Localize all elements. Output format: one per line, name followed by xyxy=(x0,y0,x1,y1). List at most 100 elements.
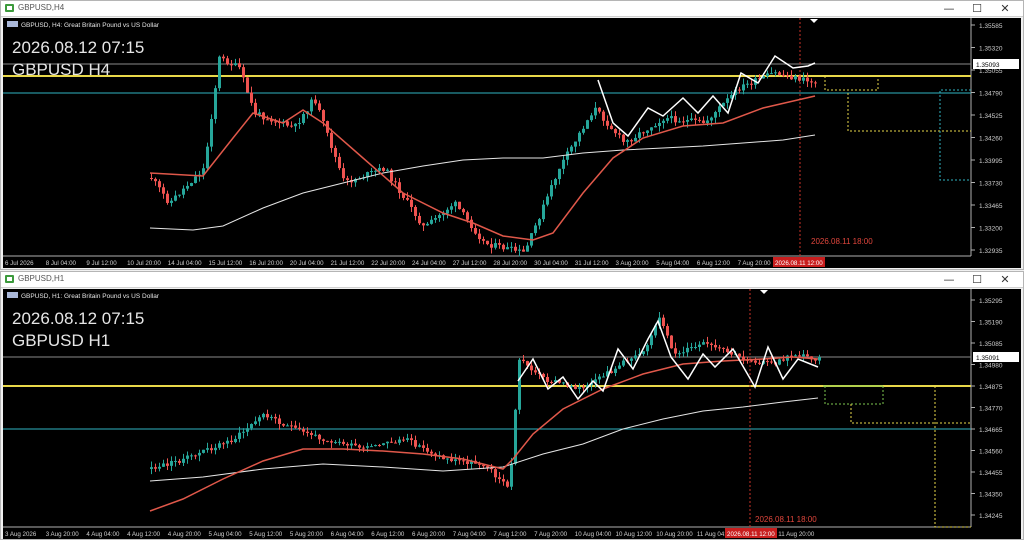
price-axis-label: 1.34875 xyxy=(979,384,1003,391)
candle xyxy=(330,132,333,148)
candle xyxy=(534,370,537,373)
bid-price-label: 1.35093 xyxy=(976,62,1000,69)
candle xyxy=(674,348,677,354)
candle xyxy=(710,117,713,121)
candle xyxy=(550,381,553,383)
candle xyxy=(698,344,701,347)
candle xyxy=(726,348,729,352)
time-axis-label: 21 Jul 12:00 xyxy=(331,260,365,267)
candle xyxy=(178,460,181,463)
candle xyxy=(518,249,521,251)
candle xyxy=(706,342,709,344)
candle xyxy=(614,129,617,134)
candle xyxy=(166,193,169,203)
candle xyxy=(598,376,601,380)
candle xyxy=(766,73,769,77)
price-axis-label: 1.35585 xyxy=(979,23,1003,30)
time-axis-label: 27 Jul 12:00 xyxy=(453,260,487,267)
maximize-button[interactable]: ☐ xyxy=(963,272,991,287)
candle xyxy=(738,353,741,357)
candle xyxy=(398,439,401,443)
candle xyxy=(582,387,585,389)
candle xyxy=(346,178,349,180)
maximize-button[interactable]: ☐ xyxy=(963,1,991,16)
candle xyxy=(702,342,705,345)
close-button[interactable]: ✕ xyxy=(991,1,1019,16)
candle xyxy=(714,112,717,118)
time-axis-label: 11 Aug 20:00 xyxy=(778,531,815,538)
candle xyxy=(818,357,821,361)
candle xyxy=(170,460,173,466)
candle xyxy=(238,63,241,68)
candle xyxy=(814,82,817,84)
target-box-lower xyxy=(847,93,971,132)
candle xyxy=(386,441,389,444)
candle xyxy=(770,361,773,363)
overlay-symbol: GBPUSD H1 xyxy=(12,331,110,350)
candle xyxy=(766,361,769,363)
chart-window-h4[interactable]: GBPUSD,H4 — ☐ ✕ 1.35585 1.35320 1.35055 1.3… xyxy=(0,0,1024,270)
candle xyxy=(162,463,165,467)
candle xyxy=(662,120,665,123)
candle xyxy=(366,446,369,448)
candle xyxy=(450,206,453,210)
candle xyxy=(154,178,157,182)
candle xyxy=(178,194,181,196)
pivot-box xyxy=(824,76,879,91)
candle xyxy=(274,416,277,419)
chart-window-h1[interactable]: GBPUSD,H1 — ☐ ✕ 1.35295 1.35190 1.35085 1.3… xyxy=(0,271,1024,540)
price-axis-label: 1.34770 xyxy=(979,406,1003,413)
candle xyxy=(706,120,709,124)
window-title: GBPUSD,H1 xyxy=(18,274,65,283)
candle xyxy=(182,458,185,463)
candle xyxy=(474,228,477,234)
candle xyxy=(622,360,625,366)
candle xyxy=(578,387,581,389)
candle xyxy=(754,360,757,363)
candle xyxy=(726,98,729,103)
candle xyxy=(602,376,605,378)
candle xyxy=(286,121,289,126)
close-button[interactable]: ✕ xyxy=(991,272,1019,287)
time-axis-label: 31 Jul 12:00 xyxy=(575,260,609,267)
candle xyxy=(602,111,605,121)
price-chart-h4[interactable]: 1.35585 1.35320 1.35055 1.34790 1.34525 1.342… xyxy=(3,18,1021,268)
candle xyxy=(218,443,221,448)
candle xyxy=(650,335,653,346)
chart-info-line: GBPUSD, H4: Great Britain Pound vs US Do… xyxy=(21,22,160,29)
candle xyxy=(482,239,485,241)
chart-canvas[interactable]: 1.35585 1.35320 1.35055 1.34790 1.34525 1.342… xyxy=(3,18,1021,268)
price-chart-h1[interactable]: 1.35295 1.35190 1.35085 1.34980 1.34875 1.347… xyxy=(3,289,1021,539)
candle xyxy=(490,244,493,248)
candle xyxy=(662,317,665,327)
window-titlebar[interactable]: GBPUSD,H1 — ☐ ✕ xyxy=(1,272,1023,288)
candle xyxy=(258,417,261,422)
candle xyxy=(746,83,749,85)
minimize-button[interactable]: — xyxy=(935,1,963,16)
candle xyxy=(290,125,293,127)
candle xyxy=(242,431,245,433)
candle xyxy=(514,246,517,251)
candle xyxy=(294,123,297,127)
candle xyxy=(306,431,309,433)
window-titlebar[interactable]: GBPUSD,H4 — ☐ ✕ xyxy=(1,1,1023,17)
candle xyxy=(630,358,633,361)
time-marker-label: 2026.08.11 18:00 xyxy=(811,237,873,246)
candle xyxy=(374,170,377,172)
candle xyxy=(666,118,669,121)
candle xyxy=(562,159,565,169)
chart-type-icon xyxy=(7,21,18,27)
candle xyxy=(674,116,677,123)
candle xyxy=(302,428,305,432)
candle xyxy=(318,434,321,440)
price-axis-label: 1.34980 xyxy=(979,363,1003,370)
candle xyxy=(502,479,505,482)
candle xyxy=(406,438,409,440)
chart-canvas[interactable]: 1.35295 1.35190 1.35085 1.34980 1.34875 1.347… xyxy=(3,289,1021,539)
minimize-button[interactable]: — xyxy=(935,272,963,287)
candle xyxy=(778,72,781,75)
candle xyxy=(506,247,509,250)
candle xyxy=(566,151,569,160)
target-box-cyan xyxy=(939,89,971,181)
candle xyxy=(574,385,577,389)
